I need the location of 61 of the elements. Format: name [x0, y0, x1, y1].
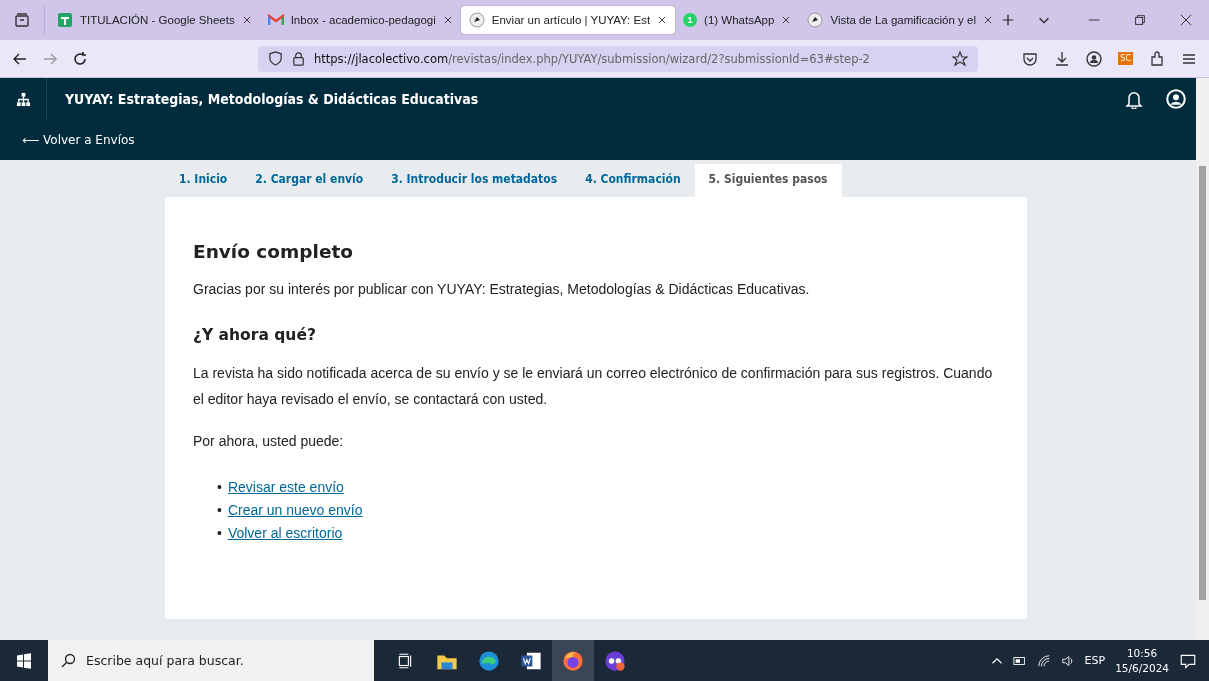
notification-badge: 1: [683, 13, 698, 27]
pocket-icon: [1022, 50, 1039, 67]
bell-icon: [1124, 89, 1144, 109]
wifi-icon: [1036, 653, 1051, 668]
close-icon: [1179, 13, 1193, 27]
lock-icon: [291, 51, 306, 66]
back-link[interactable]: ⟵ Volver a Envíos: [22, 133, 135, 147]
close-tab-icon: [982, 15, 993, 25]
user-icon: [1166, 89, 1186, 109]
language-indicator[interactable]: ESP: [1084, 654, 1106, 667]
sheet-icon: [57, 12, 73, 28]
mask-icon: [604, 649, 626, 672]
step-tab[interactable]: 2. Cargar el envío: [241, 164, 378, 197]
action-link[interactable]: Volver al escritorio: [227, 525, 343, 541]
new-tab-icon: [1000, 13, 1015, 27]
browser-tab[interactable]: Inbox - academico-pedagogi: [259, 6, 461, 34]
reload-icon: [72, 50, 88, 67]
browser-tab[interactable]: Vista de La gamificación y el: [799, 6, 1001, 34]
account-icon: [1086, 50, 1103, 67]
paragraph: La revista ha sido notificada acerca de su envío y se le enviará un correo electrónico de confirmación para sus registros. Cuando el editor haya revisado el envío, se contactará con usted.: [193, 364, 994, 409]
step-tab[interactable]: 3. Introducir los metadatos: [377, 164, 572, 197]
search-icon: [60, 652, 76, 669]
restore-icon: [1133, 13, 1147, 27]
search-field[interactable]: Escribe aquí para buscar.: [48, 640, 374, 681]
shield-icon: [268, 51, 283, 66]
sitemap-icon: [15, 91, 31, 107]
browser-icon: [478, 649, 500, 672]
bullet: •: [217, 502, 222, 518]
fox-icon: [562, 649, 584, 672]
download-icon: [1054, 50, 1071, 67]
browser-tab[interactable]: Enviar un artículo | YUYAY: Est: [460, 6, 676, 34]
journal-title: YUYAY: Estrategias, Metodologías & Didácticas Educativas: [64, 91, 479, 107]
address-bar[interactable]: https://jlacolectivo.com/revistas/index.php/YUYAY/submission/wizard/2?submissionId=63#step-2: [258, 45, 978, 72]
close-tab-icon: [781, 15, 792, 25]
thanks-text: Gracias por su interés por publicar con YUYAY: Estrategias, Metodologías & Didácticas Educativas.: [193, 280, 811, 299]
browser-tab[interactable]: 1 (1) WhatsApp: [675, 6, 800, 34]
star-icon: [952, 50, 968, 67]
journal-icon: [807, 12, 824, 28]
paragraph: Por ahora, usted puede:: [193, 432, 345, 451]
windows-icon: [16, 652, 32, 669]
subheading: ¿Y ahora qué?: [193, 326, 317, 344]
mail-icon: [267, 12, 284, 28]
extensions-icon: [1149, 50, 1165, 67]
scrollbar-thumb[interactable]: [1199, 166, 1206, 600]
close-tab-icon: [241, 15, 252, 25]
action-link[interactable]: Crear un nuevo envío: [227, 502, 363, 518]
journal-icon: [468, 12, 485, 28]
close-tab-icon: [657, 15, 668, 25]
action-link[interactable]: Revisar este envío: [227, 479, 344, 495]
tab-list-icon: [14, 12, 30, 28]
bullet: •: [217, 525, 222, 541]
heading: Envío completo: [193, 241, 354, 262]
close-tab-icon: [442, 15, 453, 25]
clock[interactable]: 10:56 15/6/2024: [1115, 645, 1169, 676]
browser-tab[interactable]: TITULACIÓN - Google Sheets: [49, 6, 260, 34]
step-tab[interactable]: 4. Confirmación: [571, 164, 695, 197]
step-tab[interactable]: 1. Inicio: [165, 164, 242, 197]
step-tab[interactable]: 5. Siguientes pasos: [694, 164, 842, 197]
task-view-icon: [396, 651, 414, 670]
speaker-icon: [1060, 653, 1075, 668]
bullet: •: [217, 479, 222, 495]
